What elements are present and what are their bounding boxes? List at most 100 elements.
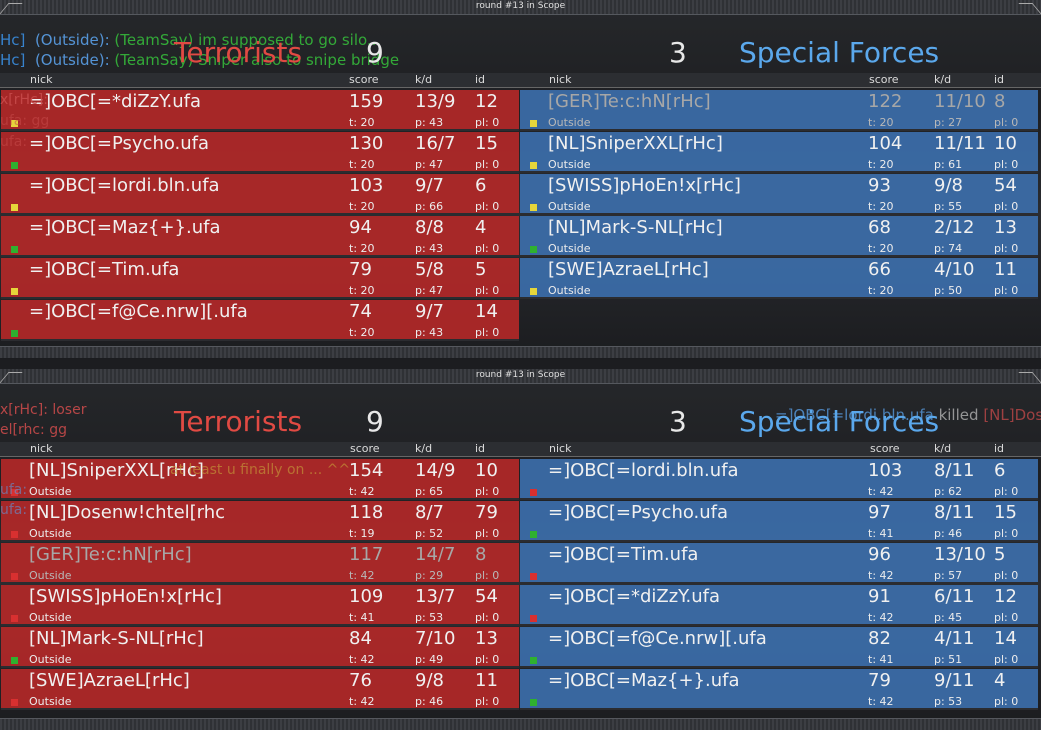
player-ping: p: 53 xyxy=(415,611,444,624)
player-score: 76 xyxy=(349,670,372,691)
player-ping: p: 43 xyxy=(415,116,444,129)
player-id: 15 xyxy=(994,502,1017,523)
player-row: =]OBC[=Maz{+}.ufa 94 8/8 4 t: 20 p: 43 pl: 0 xyxy=(1,216,519,257)
player-score: 82 xyxy=(868,628,891,649)
player-nick: [GER]Te:c:hN[rHc] xyxy=(548,91,711,112)
header-kd: k/d xyxy=(934,442,952,455)
player-time: t: 20 xyxy=(868,116,894,129)
player-score: 103 xyxy=(349,175,384,196)
header-kd: k/d xyxy=(415,442,433,455)
player-ping: p: 57 xyxy=(934,569,963,582)
player-kd: 8/7 xyxy=(415,502,444,523)
player-loss: pl: 0 xyxy=(994,284,1019,297)
special-forces-team-score: 3 xyxy=(669,405,687,438)
player-time: t: 20 xyxy=(349,242,375,255)
side-chat: x[rHc]: xyxy=(0,92,48,108)
status-dot-icon xyxy=(530,204,537,211)
player-location: Outside xyxy=(548,200,591,213)
header-nick: nick xyxy=(549,442,572,455)
status-dot-icon xyxy=(530,288,537,295)
player-nick: [SWE]AzraeL[rHc] xyxy=(29,670,190,691)
player-row: [NL]SniperXXL[rHc] 104 11/11 10 Outside t: 20… xyxy=(520,132,1038,173)
player-loss: pl: 0 xyxy=(475,242,500,255)
player-loss: pl: 0 xyxy=(994,695,1019,708)
player-id: 10 xyxy=(994,133,1017,154)
player-location: Outside xyxy=(29,569,72,582)
player-loss: pl: 0 xyxy=(994,527,1019,540)
status-dot-icon xyxy=(530,573,537,580)
status-dot-icon xyxy=(530,657,537,664)
player-row: [NL]Mark-S-NL[rHc] 68 2/12 13 Outside t: 20 p:… xyxy=(520,216,1038,257)
player-ping: p: 43 xyxy=(415,326,444,339)
player-kd: 9/7 xyxy=(415,175,444,196)
player-nick: =]OBC[=Maz{+}.ufa xyxy=(548,670,740,691)
player-score: 66 xyxy=(868,259,891,280)
player-kd: 13/10 xyxy=(934,544,986,565)
player-time: t: 42 xyxy=(868,569,894,582)
status-dot-icon xyxy=(11,204,18,211)
player-id: 5 xyxy=(475,259,487,280)
player-score: 103 xyxy=(868,460,903,481)
player-nick: =]OBC[=Maz{+}.ufa xyxy=(29,217,221,238)
player-score: 104 xyxy=(868,133,903,154)
player-row: =]OBC[=*diZzY.ufa 159 13/9 12 t: 20 p: 43 pl: … xyxy=(1,90,519,131)
player-ping: p: 29 xyxy=(415,569,444,582)
player-nick: =]OBC[=Tim.ufa xyxy=(548,544,699,565)
player-location: Outside xyxy=(548,158,591,171)
player-id: 11 xyxy=(994,259,1017,280)
player-loss: pl: 0 xyxy=(994,569,1019,582)
player-loss: pl: 0 xyxy=(475,326,500,339)
header-nick: nick xyxy=(30,442,53,455)
scoreboard-top: round #13 in Scope Hc] (Outside): (TeamS… xyxy=(0,0,1041,359)
player-id: 6 xyxy=(994,460,1006,481)
scoreboard-bottom: round #13 in Scope x[rHc]: loser el[rhc:… xyxy=(0,369,1041,730)
status-dot-icon xyxy=(11,330,18,337)
status-dot-icon xyxy=(530,489,537,496)
column-headers: nick score k/d id nick score k/d id xyxy=(0,442,1041,457)
player-row: [GER]Te:c:hN[rHc] 122 11/10 8 Outside t: 20 p:… xyxy=(520,90,1038,131)
player-id: 14 xyxy=(994,628,1017,649)
status-dot-icon xyxy=(530,246,537,253)
status-dot-icon xyxy=(530,120,537,127)
player-loss: pl: 0 xyxy=(994,485,1019,498)
status-dot-icon xyxy=(530,162,537,169)
player-score: 96 xyxy=(868,544,891,565)
player-location: Outside xyxy=(548,116,591,129)
player-id: 5 xyxy=(994,544,1006,565)
player-nick: =]OBC[=Tim.ufa xyxy=(29,259,180,280)
player-loss: pl: 0 xyxy=(475,116,500,129)
player-loss: pl: 0 xyxy=(994,158,1019,171)
player-id: 79 xyxy=(475,502,498,523)
player-row: =]OBC[=lordi.bln.ufa 103 8/11 6 t: 42 p: 62 pl… xyxy=(520,459,1038,500)
player-time: t: 41 xyxy=(868,527,894,540)
side-chat: ufa: xyxy=(0,482,28,498)
status-dot-icon xyxy=(11,246,18,253)
player-kd: 16/7 xyxy=(415,133,456,154)
player-kd: 4/10 xyxy=(934,259,975,280)
player-loss: pl: 0 xyxy=(994,611,1019,624)
player-time: t: 20 xyxy=(868,242,894,255)
player-kd: 14/7 xyxy=(415,544,456,565)
player-ping: p: 74 xyxy=(934,242,963,255)
terrorists-team-score: 9 xyxy=(366,405,384,438)
overlay-chat: at least u finally on ... ^^ xyxy=(170,462,351,478)
special-forces-team-name: Special Forces xyxy=(739,405,940,438)
player-score: 79 xyxy=(349,259,372,280)
player-time: t: 42 xyxy=(349,695,375,708)
player-id: 6 xyxy=(475,175,487,196)
player-id: 54 xyxy=(994,175,1017,196)
player-location: Outside xyxy=(29,611,72,624)
player-loss: pl: 0 xyxy=(475,695,500,708)
player-kd: 8/11 xyxy=(934,502,975,523)
player-time: t: 20 xyxy=(868,284,894,297)
player-location: Outside xyxy=(29,695,72,708)
player-row: [NL]Mark-S-NL[rHc] 84 7/10 13 Outside t: 42 p:… xyxy=(1,627,519,668)
player-ping: p: 66 xyxy=(415,200,444,213)
player-id: 10 xyxy=(475,460,498,481)
player-row: =]OBC[=lordi.bln.ufa 103 9/7 6 t: 20 p: 66 pl:… xyxy=(1,174,519,215)
player-row: [GER]Te:c:hN[rHc] 117 14/7 8 Outside t: 42 p: … xyxy=(1,543,519,584)
player-ping: p: 55 xyxy=(934,200,963,213)
player-nick: =]OBC[=f@Ce.nrw][.ufa xyxy=(548,628,767,649)
player-nick: [NL]Mark-S-NL[rHc] xyxy=(29,628,204,649)
player-time: t: 42 xyxy=(868,695,894,708)
